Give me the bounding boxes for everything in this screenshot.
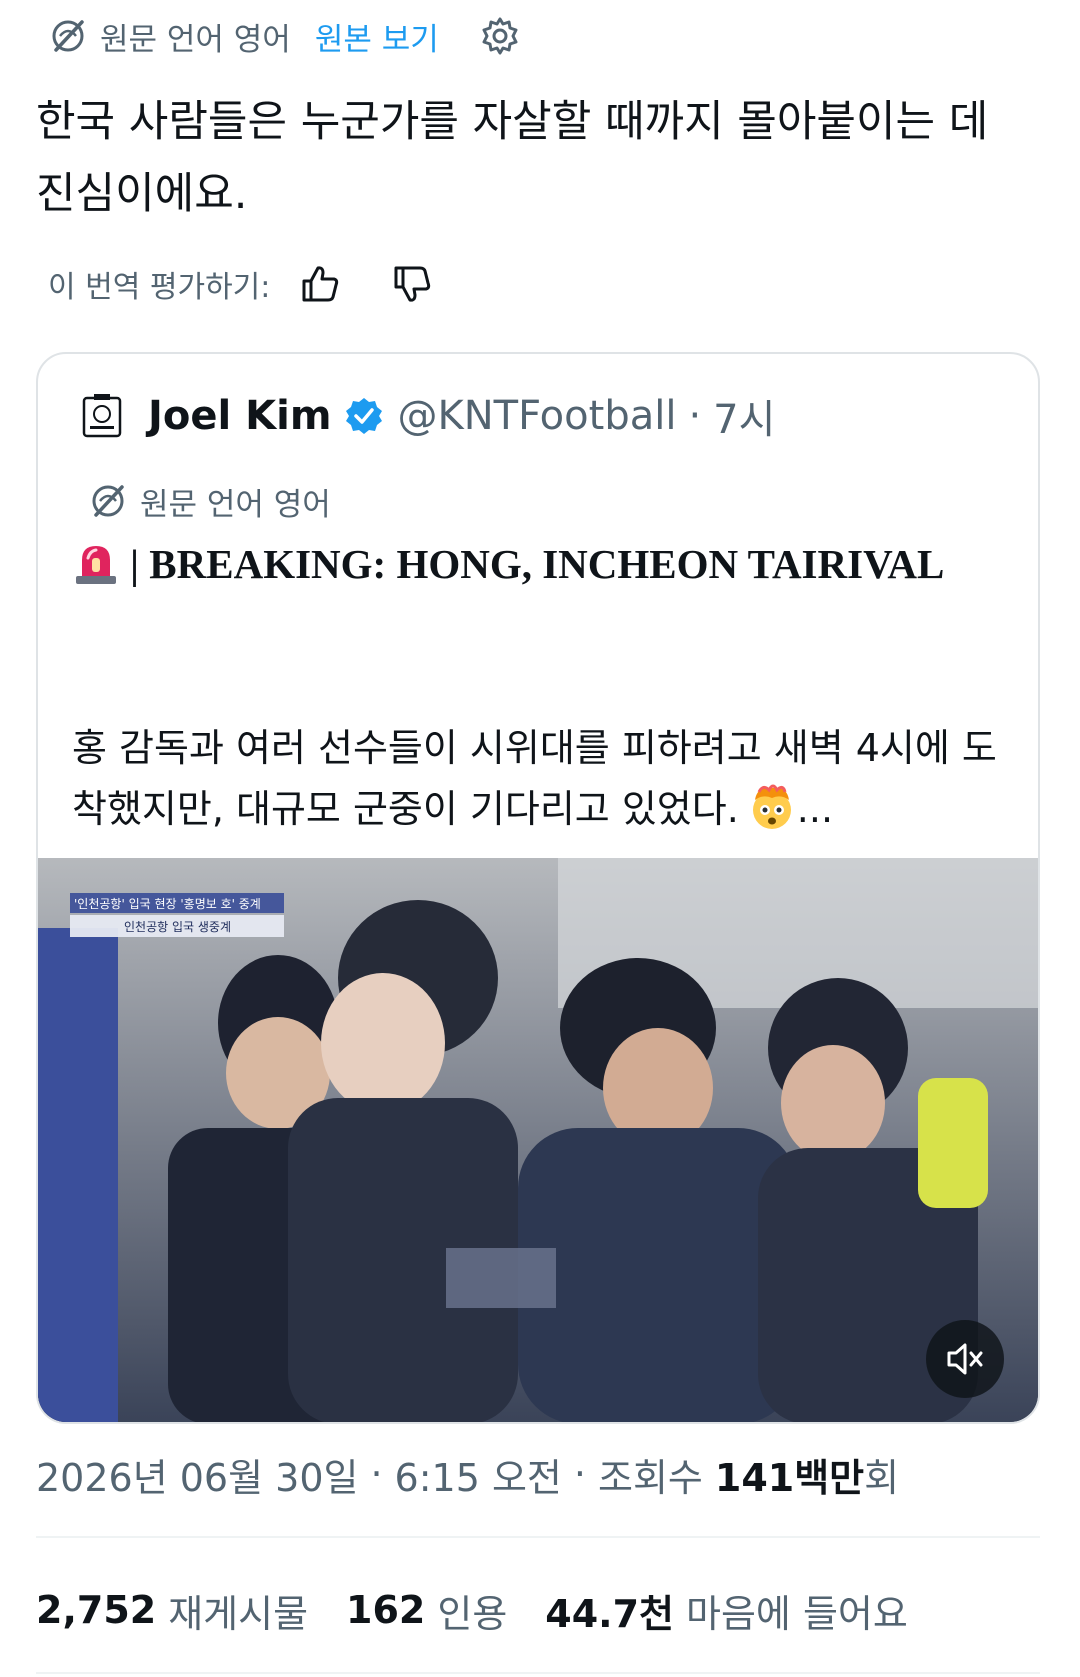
rate-translation-row: 이 번역 평가하기: (48, 258, 434, 310)
author-handle[interactable]: @KNTFootball (398, 393, 677, 439)
gear-icon[interactable] (479, 15, 521, 57)
thumbs-down-icon[interactable] (390, 262, 434, 306)
video-player[interactable]: '인천공항' 입국 현장 '홍명보 호' 중계 인천공항 입국 생중계 (38, 858, 1038, 1422)
video-overlay-caption: '인천공항' 입국 현장 '홍명보 호' 중계 (74, 896, 261, 911)
source-language-label: 원문 언어 영어 (100, 21, 291, 58)
quoted-body-text: 홍 감독과 여러 선수들이 시위대를 피하려고 새벽 4시에 도착했지만, 대규… (72, 726, 997, 831)
likes-stat[interactable]: 44.7천 마음에 들어요 (545, 1583, 908, 1638)
retweets-label: 재게시물 (168, 1591, 309, 1636)
retweets-stat[interactable]: 2,752 재게시물 (36, 1583, 308, 1638)
divider (36, 1536, 1040, 1538)
mute-button[interactable] (926, 1320, 1004, 1398)
quoted-tweet-header: Joel Kim @KNTFootball · 7시 (80, 386, 775, 446)
likes-count: 44.7천 (545, 1591, 675, 1636)
rate-translation-label: 이 번역 평가하기: (48, 270, 271, 305)
exploding-head-emoji-icon (752, 784, 791, 829)
quoted-translation-bar: 원문 언어 영어 (88, 476, 331, 526)
quoted-tweet-card[interactable]: Joel Kim @KNTFootball · 7시 원문 언어 영어 | BR… (36, 352, 1040, 1424)
post-time[interactable]: 7시 (713, 387, 775, 445)
post-meta: 2026년 06월 30일 · 6:15 오전 · 조회수 141백만 회 (36, 1446, 899, 1502)
quoted-headline: | BREAKING: HONG, INCHEON TAIRIVAL (72, 534, 992, 594)
siren-emoji-icon (76, 546, 116, 584)
video-overlay-subcaption: 인천공항 입국 생중계 (124, 919, 231, 934)
post-time-full[interactable]: 6:15 오전 (395, 1447, 562, 1502)
headline-text: | BREAKING: HONG, INCHEON TAIRIVAL (130, 541, 945, 587)
globe-slash-icon (92, 485, 124, 517)
separator-dot: · (370, 1452, 383, 1496)
speaker-muted-icon (947, 1343, 983, 1375)
translation-bar: 원문 언어 영어 원본 보기 (48, 12, 521, 60)
views-suffix: 회 (864, 1455, 900, 1500)
author-name[interactable]: Joel Kim (148, 393, 332, 439)
views-label: 조회수 (597, 1455, 703, 1500)
views-count: 141백만 (714, 1455, 865, 1500)
quotes-count: 162 (346, 1588, 426, 1632)
post-date[interactable]: 2026년 06월 30일 (36, 1447, 358, 1502)
likes-label: 마음에 들어요 (686, 1591, 908, 1636)
show-original-link[interactable]: 원본 보기 (315, 14, 439, 59)
quoted-body: 홍 감독과 여러 선수들이 시위대를 피하려고 새벽 4시에 도착했지만, 대규… (72, 718, 1002, 840)
avatar[interactable] (80, 392, 124, 440)
verified-badge-icon (345, 398, 382, 434)
separator-dot: · (573, 1452, 586, 1496)
engagement-stats: 2,752 재게시물 162 인용 44.7천 마음에 들어요 (36, 1580, 946, 1640)
separator-dot: · (688, 393, 702, 439)
quoted-body-ellipsis: ... (796, 787, 834, 831)
quotes-stat[interactable]: 162 인용 (346, 1583, 507, 1638)
retweets-count: 2,752 (36, 1588, 157, 1632)
quotes-label: 인용 (437, 1591, 508, 1636)
globe-slash-icon (52, 20, 84, 52)
tweet-text: 한국 사람들은 누군가를 자살할 때까지 몰아붙이는 데 진심이에요. (36, 97, 989, 219)
divider (36, 1672, 1040, 1674)
video-frame: '인천공항' 입국 현장 '홍명보 호' 중계 인천공항 입국 생중계 (38, 858, 1038, 1422)
quoted-source-language-label: 원문 언어 영어 (140, 486, 331, 523)
thumbs-up-icon[interactable] (298, 262, 342, 306)
